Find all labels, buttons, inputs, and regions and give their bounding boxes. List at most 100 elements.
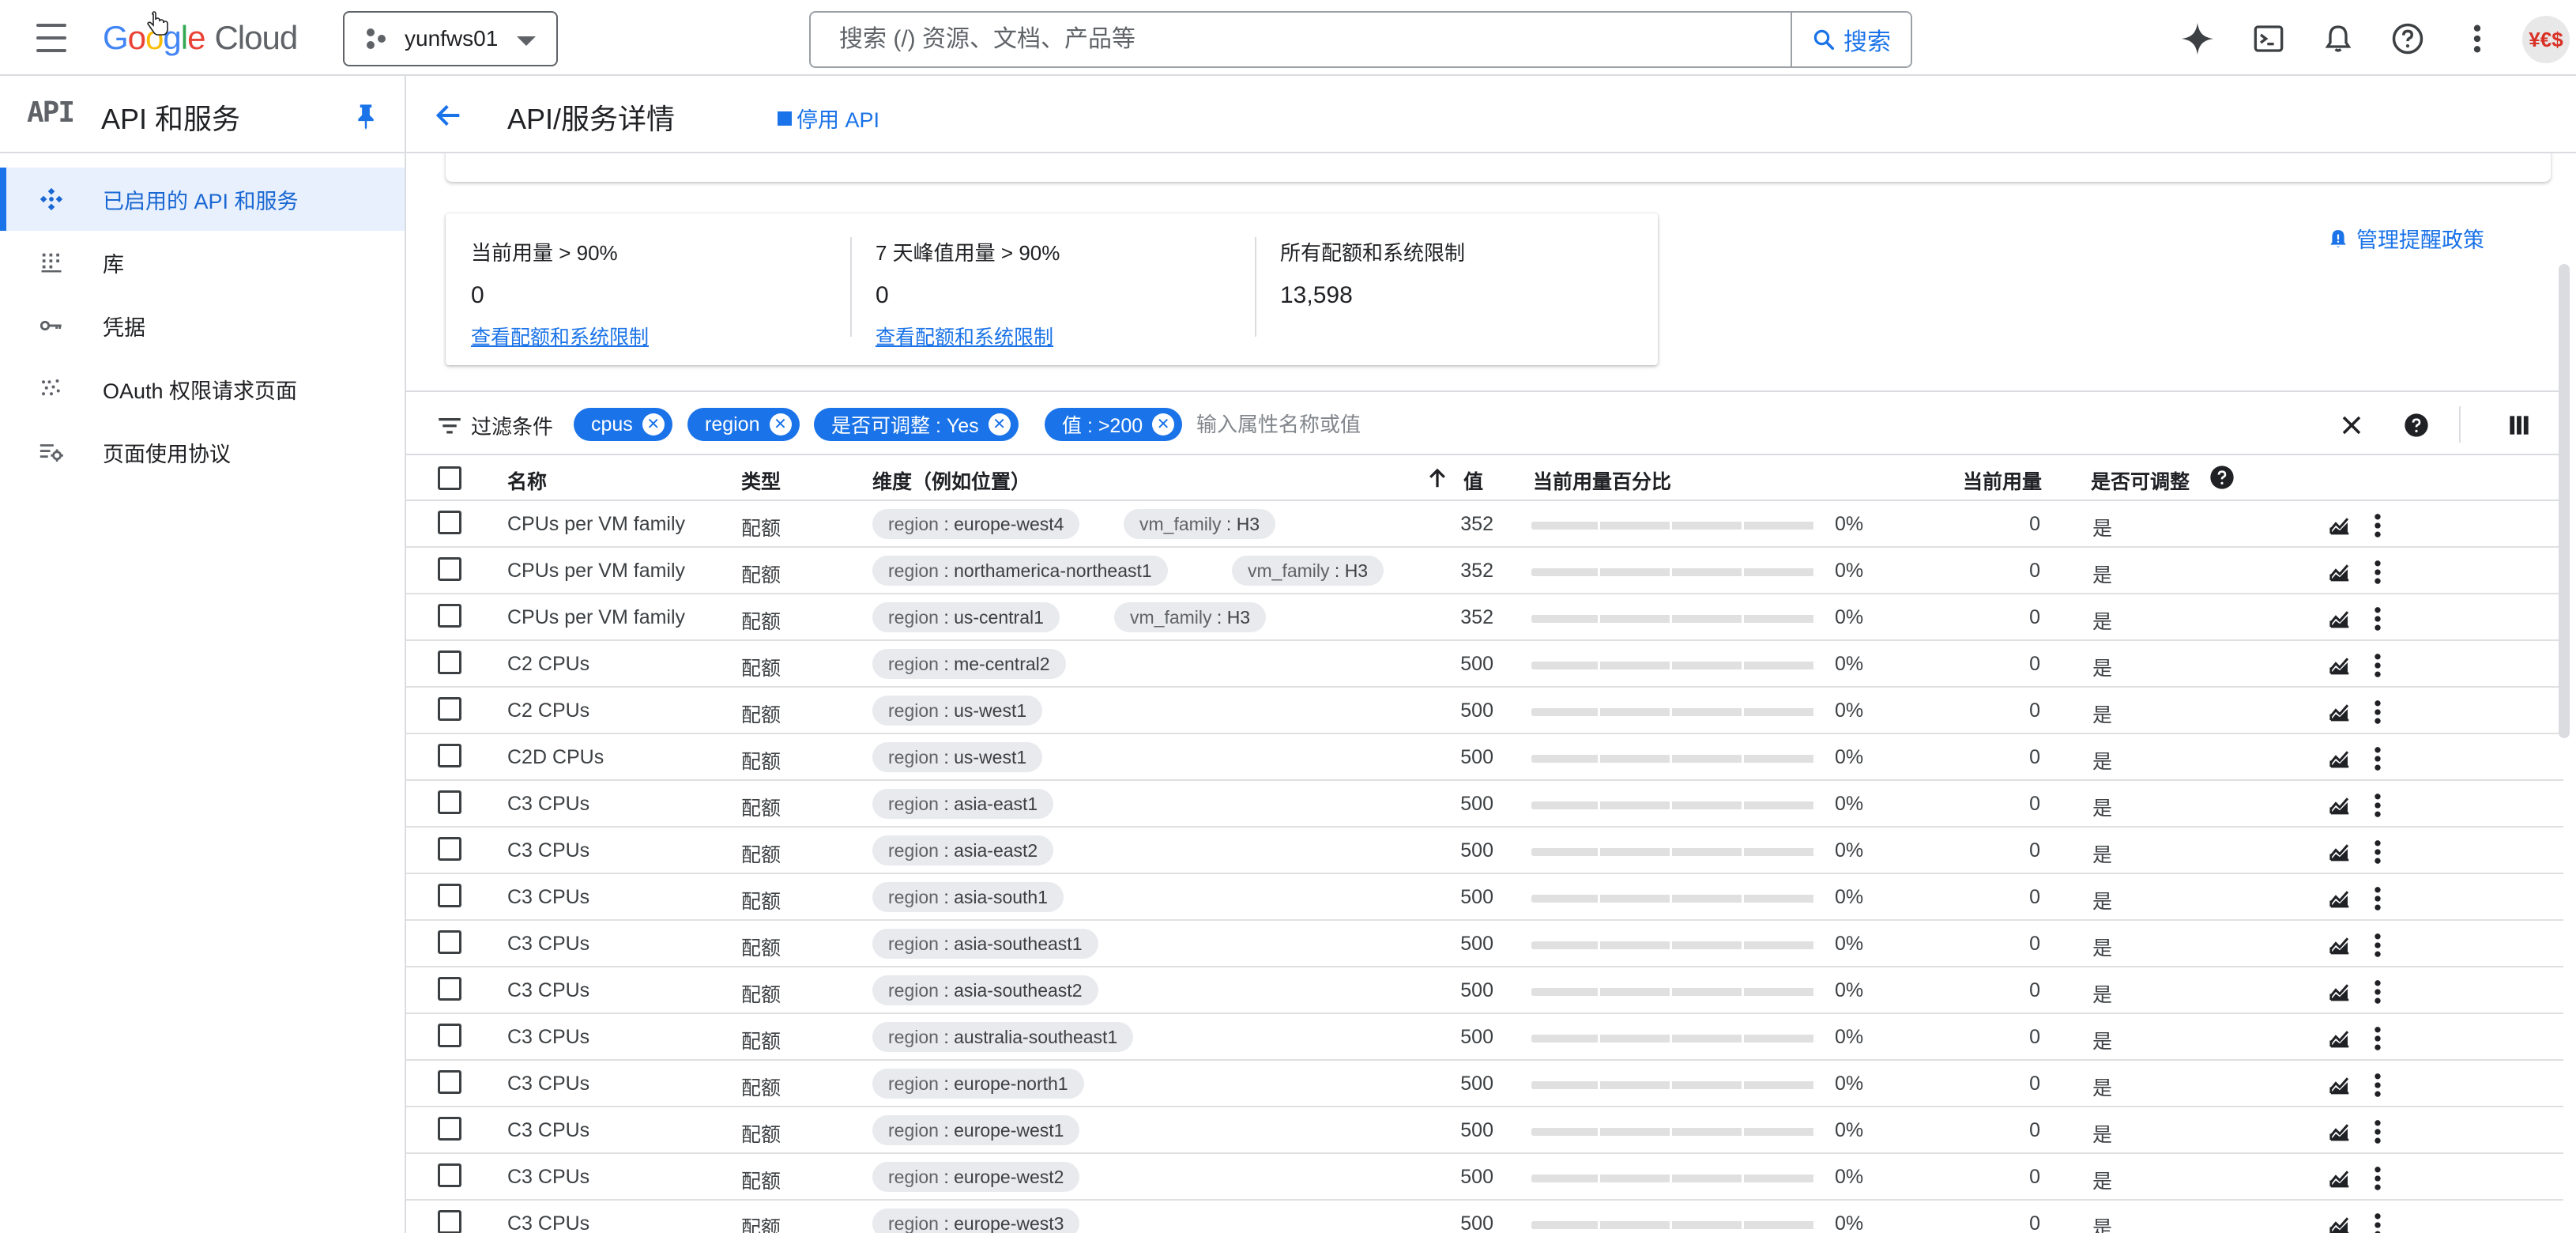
monitoring-chart-icon[interactable] — [2326, 1025, 2353, 1052]
sort-ascending-icon[interactable] — [1425, 465, 1449, 492]
back-arrow-icon[interactable] — [433, 100, 465, 131]
row-checkbox[interactable] — [438, 884, 461, 907]
filter-input[interactable] — [1196, 408, 1908, 441]
row-checkbox[interactable] — [438, 790, 461, 814]
search-button[interactable]: 搜索 — [1791, 13, 1911, 66]
table-row[interactable]: C3 CPUs 配额 region : europe-west2 500 0% 0 是 — [406, 1154, 2563, 1201]
filter-chip[interactable]: 值 : >200 ✕ — [1045, 408, 1183, 441]
filter-chip[interactable]: 是否可调整 : Yes ✕ — [814, 408, 1019, 441]
row-checkbox[interactable] — [438, 1210, 461, 1233]
table-row[interactable]: CPUs per VM family 配额 region : europe-west… — [406, 501, 2563, 548]
clear-filter-icon[interactable] — [2336, 409, 2367, 441]
more-vert-icon[interactable] — [2364, 1212, 2391, 1233]
monitoring-chart-icon[interactable] — [2326, 745, 2353, 772]
row-checkbox[interactable] — [438, 1163, 461, 1187]
remove-chip-icon[interactable]: ✕ — [642, 413, 665, 436]
column-header-usage-pct[interactable]: 当前用量百分比 — [1533, 466, 1671, 495]
row-checkbox[interactable] — [438, 1070, 461, 1094]
row-checkbox[interactable] — [438, 1024, 461, 1047]
monitoring-chart-icon[interactable] — [2326, 1118, 2353, 1145]
more-vert-icon[interactable] — [2364, 745, 2391, 772]
filter-button[interactable]: 过滤条件 — [438, 411, 553, 440]
more-vert-icon[interactable] — [2364, 699, 2391, 726]
table-row[interactable]: C3 CPUs 配额 region : europe-west1 500 0% 0 是 — [406, 1107, 2563, 1154]
row-checkbox[interactable] — [438, 1117, 461, 1141]
notifications-bell-icon[interactable] — [2320, 21, 2356, 57]
remove-chip-icon[interactable]: ✕ — [769, 413, 792, 436]
sidebar-item-enabled-apis[interactable]: 已启用的 API 和服务 — [0, 168, 405, 231]
sidebar-item-library[interactable]: 库 — [0, 231, 405, 294]
monitoring-chart-icon[interactable] — [2326, 605, 2353, 632]
row-checkbox[interactable] — [438, 744, 461, 767]
more-vert-icon[interactable] — [2364, 792, 2391, 819]
sidebar-item-oauth-consent[interactable]: OAuth 权限请求页面 — [0, 357, 405, 420]
project-selector[interactable]: yunfws01 — [343, 11, 558, 66]
monitoring-chart-icon[interactable] — [2326, 932, 2353, 959]
monitoring-chart-icon[interactable] — [2326, 792, 2353, 819]
monitoring-chart-icon[interactable] — [2326, 559, 2353, 586]
table-row[interactable]: C2 CPUs 配额 region : us-west1 500 0% 0 是 — [406, 688, 2563, 734]
more-vert-icon[interactable] — [2364, 932, 2391, 959]
row-checkbox[interactable] — [438, 837, 461, 861]
column-header-dimensions[interactable]: 维度（例如位置） — [872, 466, 1030, 495]
manage-alert-policies-link[interactable]: 管理提醒政策 — [2328, 223, 2484, 254]
avatar[interactable]: ¥€$ — [2522, 16, 2570, 63]
monitoring-chart-icon[interactable] — [2326, 512, 2353, 539]
more-vert-icon[interactable] — [2364, 978, 2391, 1005]
more-vert-icon[interactable] — [2364, 652, 2391, 679]
more-vert-icon[interactable] — [2364, 1165, 2391, 1192]
more-vert-icon[interactable] — [2459, 21, 2495, 57]
row-checkbox[interactable] — [438, 697, 461, 721]
row-checkbox[interactable] — [438, 930, 461, 954]
column-display-icon[interactable] — [2503, 409, 2535, 441]
monitoring-chart-icon[interactable] — [2326, 699, 2353, 726]
google-cloud-logo[interactable]: Google Cloud — [103, 19, 298, 57]
table-row[interactable]: C3 CPUs 配额 region : asia-east1 500 0% 0 是 — [406, 781, 2563, 828]
more-vert-icon[interactable] — [2364, 1118, 2391, 1145]
row-checkbox[interactable] — [438, 977, 461, 1001]
column-header-current-usage[interactable]: 当前用量 — [1963, 466, 2042, 495]
more-vert-icon[interactable] — [2364, 605, 2391, 632]
table-row[interactable]: C3 CPUs 配额 region : asia-east2 500 0% 0 是 — [406, 828, 2563, 874]
filter-chip[interactable]: region ✕ — [687, 408, 800, 441]
monitoring-chart-icon[interactable] — [2326, 885, 2353, 912]
table-row[interactable]: C3 CPUs 配额 region : asia-southeast1 500 0% 0 是 — [406, 921, 2563, 967]
hamburger-icon[interactable] — [36, 24, 68, 52]
view-quotas-link[interactable]: 查看配额和系统限制 — [471, 322, 850, 350]
monitoring-chart-icon[interactable] — [2326, 652, 2353, 679]
more-vert-icon[interactable] — [2364, 839, 2391, 865]
table-row[interactable]: C2D CPUs 配额 region : us-west1 500 0% 0 是 — [406, 734, 2563, 781]
row-checkbox[interactable] — [438, 511, 461, 534]
row-checkbox[interactable] — [438, 650, 461, 674]
remove-chip-icon[interactable]: ✕ — [988, 413, 1011, 436]
monitoring-chart-icon[interactable] — [2326, 1072, 2353, 1099]
column-header-type[interactable]: 类型 — [741, 466, 781, 495]
sidebar-item-page-usage[interactable]: 页面使用协议 — [0, 420, 405, 484]
more-vert-icon[interactable] — [2364, 885, 2391, 912]
monitoring-chart-icon[interactable] — [2326, 839, 2353, 865]
row-checkbox[interactable] — [438, 604, 461, 628]
pin-icon[interactable] — [354, 103, 378, 130]
table-row[interactable]: CPUs per VM family 配额 region : northameric… — [406, 548, 2563, 594]
table-row[interactable]: C3 CPUs 配额 region : asia-south1 500 0% 0 是 — [406, 874, 2563, 921]
help-icon[interactable] — [2390, 21, 2426, 57]
column-header-name[interactable]: 名称 — [507, 466, 547, 495]
filter-chip[interactable]: cpus ✕ — [574, 408, 672, 441]
column-header-value[interactable]: 值 — [1463, 466, 1483, 495]
more-vert-icon[interactable] — [2364, 1025, 2391, 1052]
filter-help-icon[interactable] — [2401, 409, 2432, 441]
more-vert-icon[interactable] — [2364, 512, 2391, 539]
table-row[interactable]: CPUs per VM family 配额 region : us-central1… — [406, 594, 2563, 641]
disable-api-button[interactable]: 停用 API — [778, 103, 879, 134]
monitoring-chart-icon[interactable] — [2326, 978, 2353, 1005]
table-row[interactable]: C2 CPUs 配额 region : me-central2 500 0% 0 是 — [406, 641, 2563, 688]
table-row[interactable]: C3 CPUs 配额 region : asia-southeast2 500 0% 0 是 — [406, 967, 2563, 1014]
table-row[interactable]: C3 CPUs 配额 region : australia-southeast1 50… — [406, 1014, 2563, 1061]
sidebar-item-credentials[interactable]: 凭据 — [0, 294, 405, 357]
monitoring-chart-icon[interactable] — [2326, 1165, 2353, 1192]
table-row[interactable]: C3 CPUs 配额 region : europe-north1 500 0% 0 是 — [406, 1061, 2563, 1107]
cloud-shell-icon[interactable] — [2250, 21, 2287, 57]
column-header-adjustable[interactable]: 是否可调整 — [2091, 466, 2190, 495]
view-quotas-link[interactable]: 查看配额和系统限制 — [876, 322, 1255, 350]
more-vert-icon[interactable] — [2364, 559, 2391, 586]
